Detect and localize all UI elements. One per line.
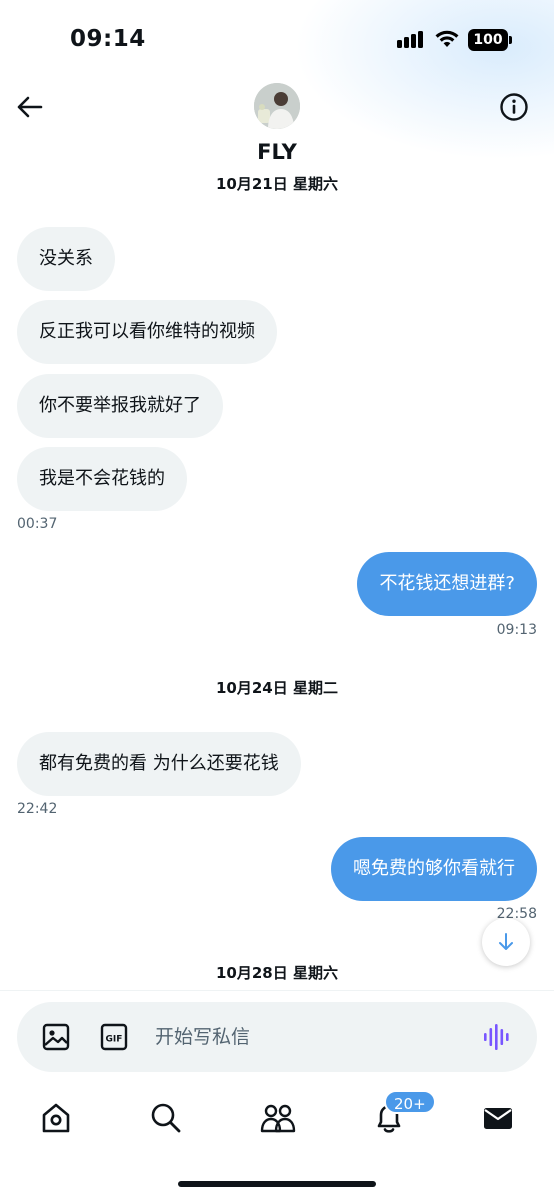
- search-icon: [151, 1103, 181, 1133]
- notifications-badge: 20+: [384, 1090, 436, 1114]
- gif-label: GIF: [106, 1035, 123, 1045]
- status-bar: 09:14 100: [0, 0, 554, 160]
- composer-bar: GIF: [0, 990, 554, 1080]
- battery-tip: [509, 36, 512, 44]
- info-button[interactable]: [498, 91, 530, 123]
- voice-waveform-icon[interactable]: [483, 1022, 511, 1052]
- back-button[interactable]: [12, 90, 46, 124]
- message-list[interactable]: 10月21日 星期六 没关系 反正我可以看你维特的视频 你不要举报我就好了 我是…: [0, 172, 554, 990]
- communities-icon: [260, 1104, 296, 1133]
- message-bubble-outgoing[interactable]: 嗯免费的够你看就行: [331, 837, 537, 901]
- cellular-signal-icon: [397, 30, 425, 48]
- message-bubble-incoming[interactable]: 你不要举报我就好了: [17, 374, 223, 438]
- date-divider: 10月24日 星期二: [216, 679, 338, 697]
- message-bubble-incoming[interactable]: 我是不会花钱的: [17, 447, 187, 511]
- message-timestamp: 00:37: [17, 516, 58, 532]
- scroll-to-bottom-button[interactable]: [482, 918, 530, 966]
- battery-indicator: 100: [468, 29, 508, 51]
- back-arrow-icon: [17, 96, 43, 118]
- mail-icon: [484, 1108, 512, 1129]
- date-divider: 10月28日 星期六: [216, 964, 338, 982]
- tab-messages[interactable]: [478, 1098, 518, 1138]
- gif-icon[interactable]: GIF: [99, 1022, 129, 1052]
- arrow-down-icon: [499, 933, 513, 950]
- tab-communities[interactable]: [258, 1098, 298, 1138]
- message-timestamp: 22:42: [17, 801, 58, 817]
- message-bubble-outgoing[interactable]: 不花钱还想进群?: [357, 552, 537, 616]
- home-icon: [42, 1103, 70, 1133]
- avatar-photo: [254, 83, 300, 129]
- info-icon: [500, 93, 528, 121]
- message-bubble-incoming[interactable]: 反正我可以看你维特的视频: [17, 300, 277, 364]
- message-bubble-incoming[interactable]: 没关系: [17, 227, 115, 291]
- status-time: 09:14: [70, 26, 146, 52]
- message-bubble-incoming[interactable]: 都有免费的看 为什么还要花钱: [17, 732, 301, 796]
- message-input[interactable]: [155, 1020, 455, 1054]
- avatar[interactable]: [254, 83, 300, 129]
- tab-home[interactable]: [36, 1098, 76, 1138]
- message-timestamp: 09:13: [496, 622, 537, 638]
- image-icon[interactable]: [41, 1022, 71, 1052]
- conversation-header: FLY: [0, 80, 554, 172]
- tab-search[interactable]: [146, 1098, 186, 1138]
- home-indicator: [178, 1181, 376, 1187]
- wifi-icon: [435, 30, 459, 47]
- date-divider: 10月21日 星期六: [216, 175, 338, 193]
- contact-name[interactable]: FLY: [0, 140, 554, 164]
- message-composer: GIF: [17, 1002, 537, 1072]
